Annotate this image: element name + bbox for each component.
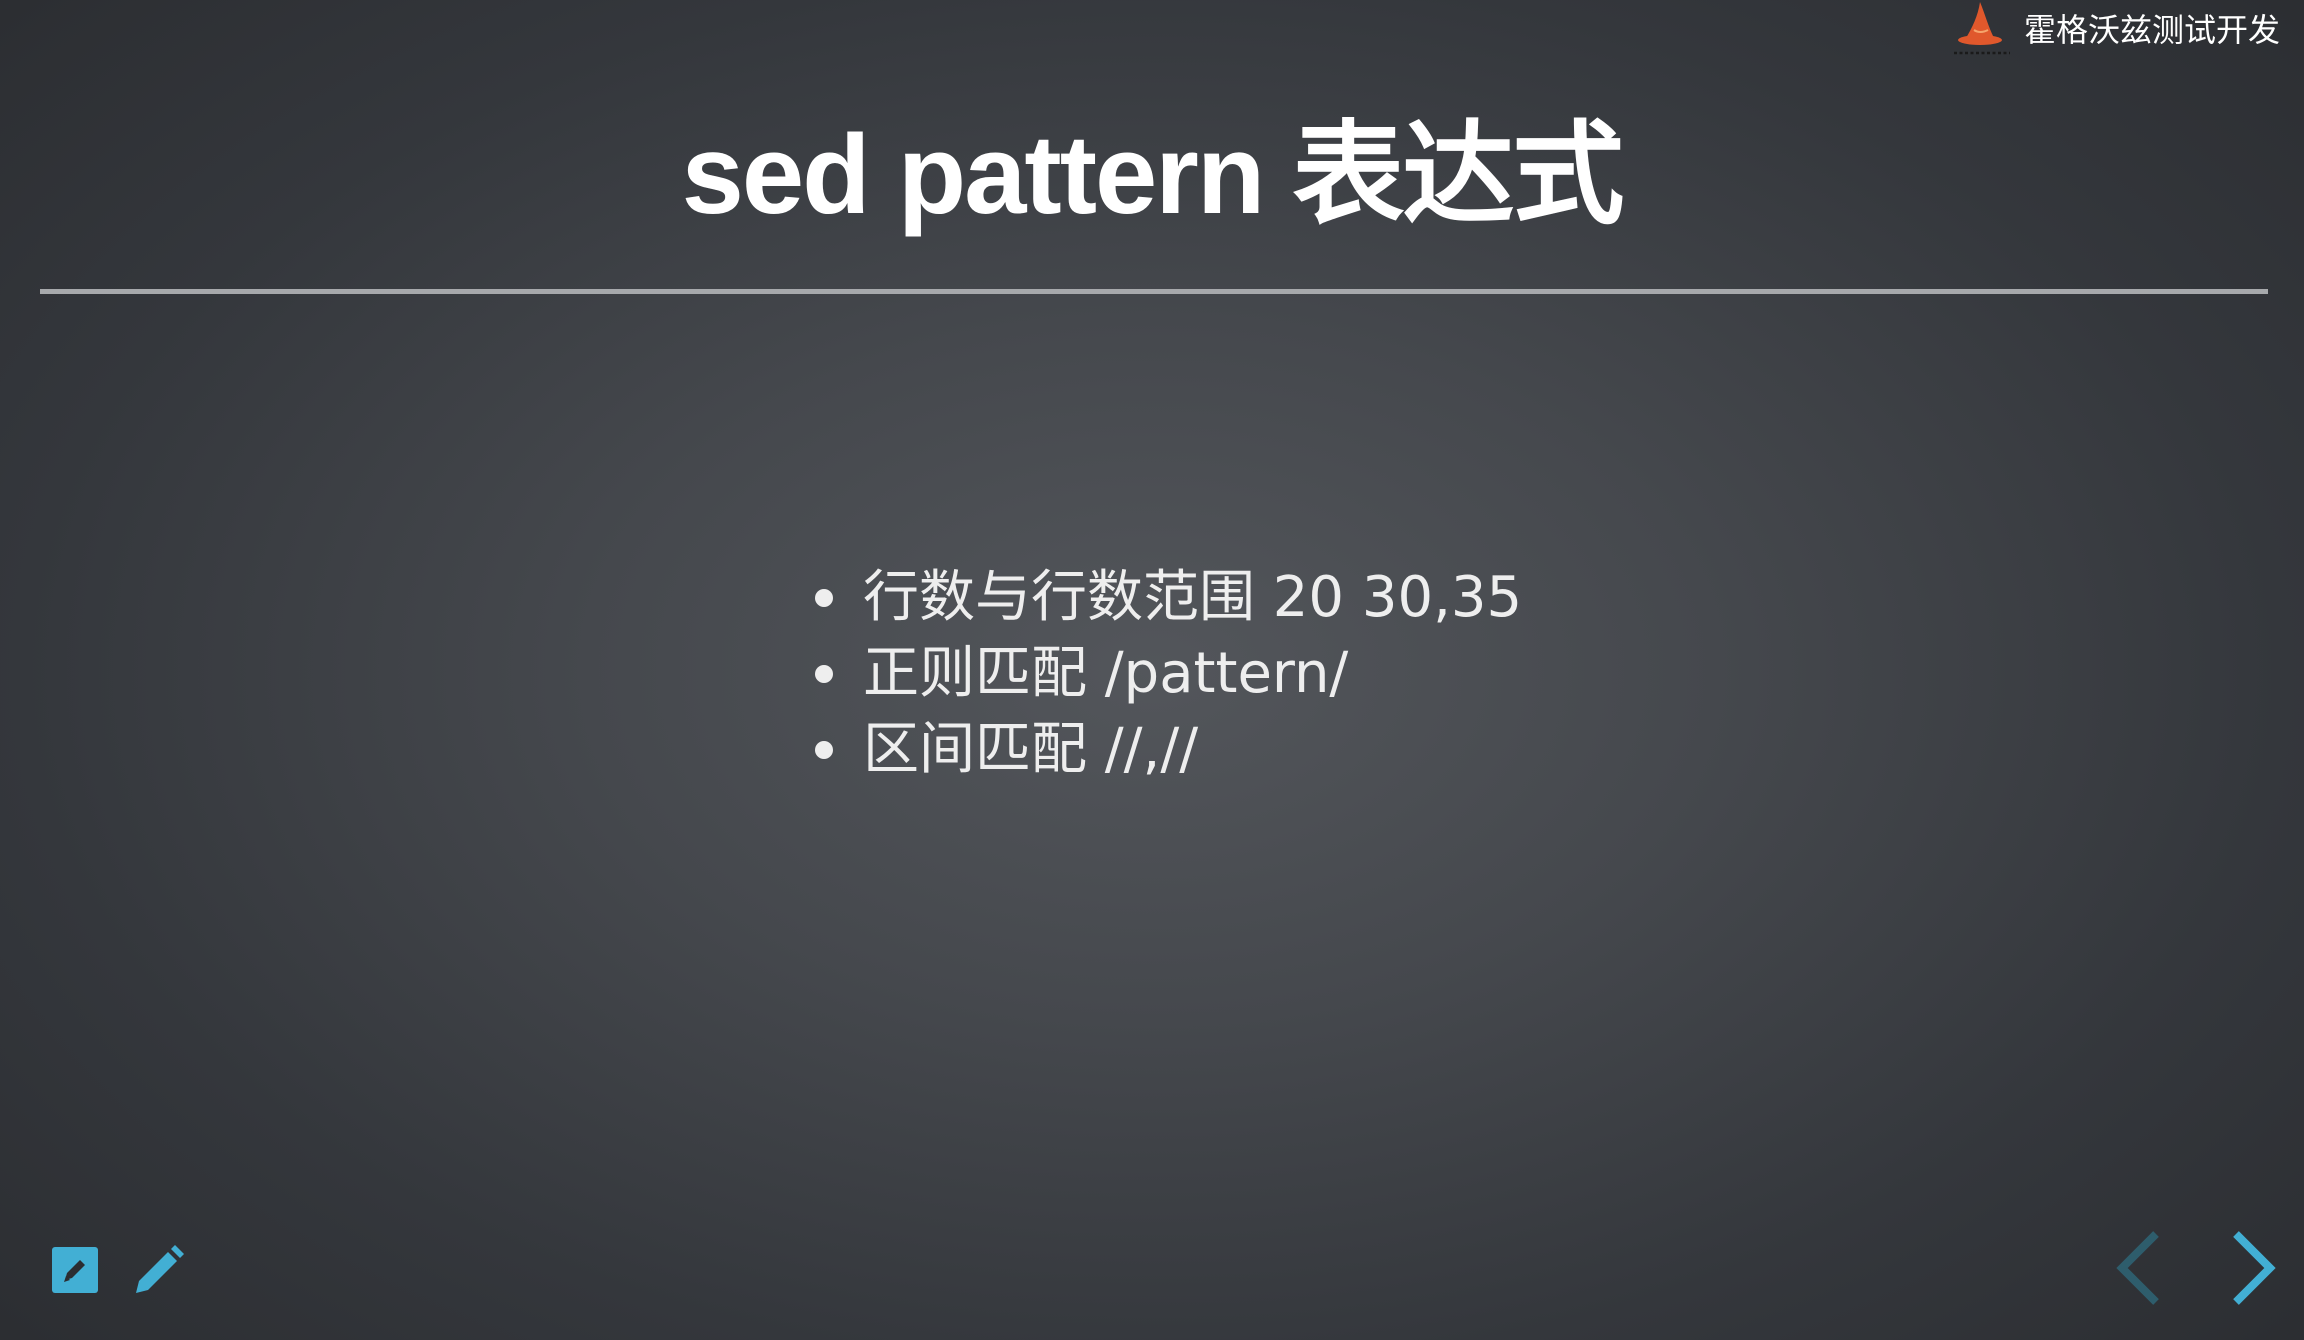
bullet-item: 正则匹配 /pattern/ [815,636,1522,712]
slide-title: sed pattern 表达式 [681,112,1625,237]
notes-edit-icon[interactable] [52,1247,98,1293]
bullet-list: 行数与行数范围 20 30,35 正则匹配 /pattern/ 区间匹配 //,… [815,560,1522,788]
bullet-text: 行数与行数范围 20 30,35 [863,565,1523,630]
bullet-text: 区间匹配 //,// [863,717,1199,782]
chevron-left-icon[interactable] [2110,1228,2170,1308]
wizard-hat-icon [1953,2,2010,55]
bullet-dot [815,665,833,683]
chevron-right-icon[interactable] [2222,1228,2282,1308]
bullet-text: 正则匹配 /pattern/ [863,641,1349,706]
bullet-dot [815,741,833,759]
pencil-icon[interactable] [130,1243,186,1299]
brand-header: 霍格沃兹测试开发 [1950,0,2280,60]
bullet-item: 行数与行数范围 20 30,35 [815,560,1522,636]
bullet-item: 区间匹配 //,// [815,712,1522,788]
brand-name: 霍格沃兹测试开发 [2023,11,2280,49]
title-divider [40,289,2268,294]
bullet-dot [815,589,833,607]
